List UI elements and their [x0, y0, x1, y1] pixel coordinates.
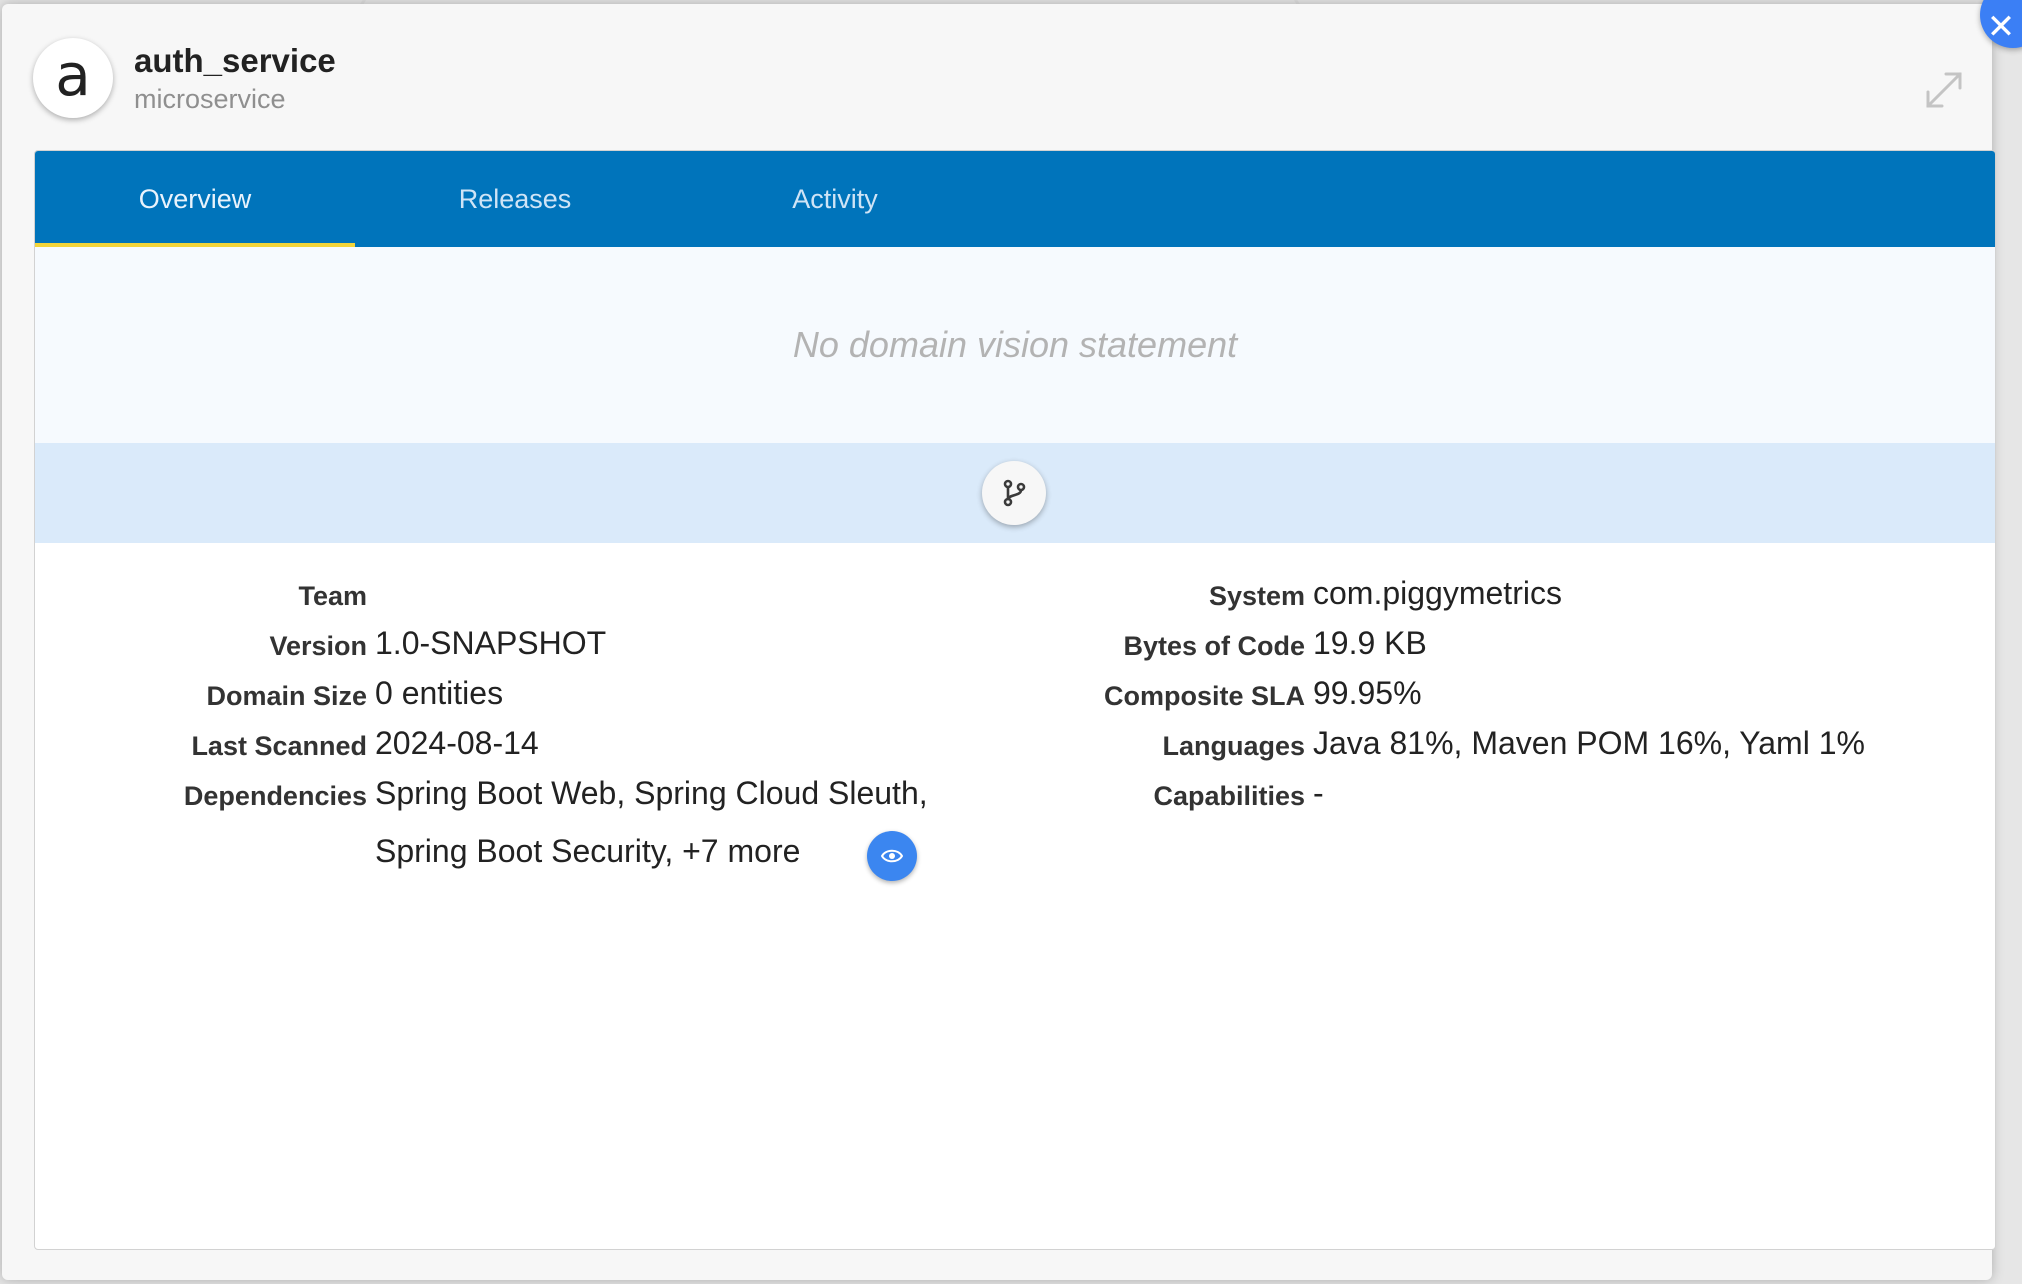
service-title: auth_service [134, 42, 336, 79]
graph-button[interactable] [982, 461, 1046, 525]
graph-toolbar [35, 443, 1995, 543]
value-domain-size: 0 entities [375, 675, 504, 711]
git-branch-icon [1003, 479, 1026, 507]
value-bytes-of-code: 19.9 KB [1313, 625, 1427, 661]
value-composite-sla: 99.95% [1313, 675, 1422, 711]
tab-label: Overview [138, 183, 252, 214]
value-version: 1.0-SNAPSHOT [375, 625, 607, 661]
view-dependencies-button[interactable] [867, 831, 917, 881]
label-languages: Languages [1162, 731, 1305, 761]
value-languages: Java 81%, Maven POM 16%, Yaml 1% [1313, 725, 1865, 761]
avatar: a [33, 38, 113, 118]
close-icon: ✕ [1986, 8, 2016, 46]
tab-label: Releases [458, 183, 572, 214]
tab-label: Activity [792, 183, 878, 214]
vision-text: No domain vision statement [792, 324, 1238, 365]
tab-bar: Overview Releases Activity [35, 151, 1995, 247]
label-dependencies: Dependencies [183, 781, 367, 811]
label-last-scanned: Last Scanned [191, 731, 367, 761]
value-last-scanned: 2024-08-14 [375, 725, 539, 761]
domain-vision-statement: No domain vision statement [35, 247, 1995, 443]
expand-icon [1926, 72, 1962, 108]
tab-releases[interactable]: Releases [355, 151, 675, 247]
tab-overview[interactable]: Overview [35, 151, 355, 247]
value-system: com.piggymetrics [1313, 575, 1562, 611]
eye-icon [881, 849, 903, 863]
avatar-letter: a [55, 41, 91, 109]
service-detail-modal: ✕ a auth_service microservice Overview R… [2, 0, 2022, 1280]
label-bytes-of-code: Bytes of Code [1123, 631, 1305, 661]
label-domain-size: Domain Size [206, 681, 367, 711]
service-card: Overview Releases Activity No domain vis… [34, 150, 1996, 1250]
value-dependencies-line2: Spring Boot Security, +7 more [375, 833, 801, 869]
label-system: System [1208, 581, 1305, 611]
service-type: microservice [134, 84, 286, 114]
label-version: Version [269, 631, 367, 661]
value-capabilities: - [1313, 775, 1324, 811]
value-dependencies-line1: Spring Boot Web, Spring Cloud Sleuth, [375, 775, 928, 811]
label-capabilities: Capabilities [1153, 781, 1305, 811]
close-button[interactable]: ✕ [1980, 0, 2022, 48]
tab-activity[interactable]: Activity [675, 151, 995, 247]
label-composite-sla: Composite SLA [1103, 681, 1305, 711]
expand-button[interactable] [1922, 68, 1966, 112]
label-team: Team [298, 581, 367, 611]
